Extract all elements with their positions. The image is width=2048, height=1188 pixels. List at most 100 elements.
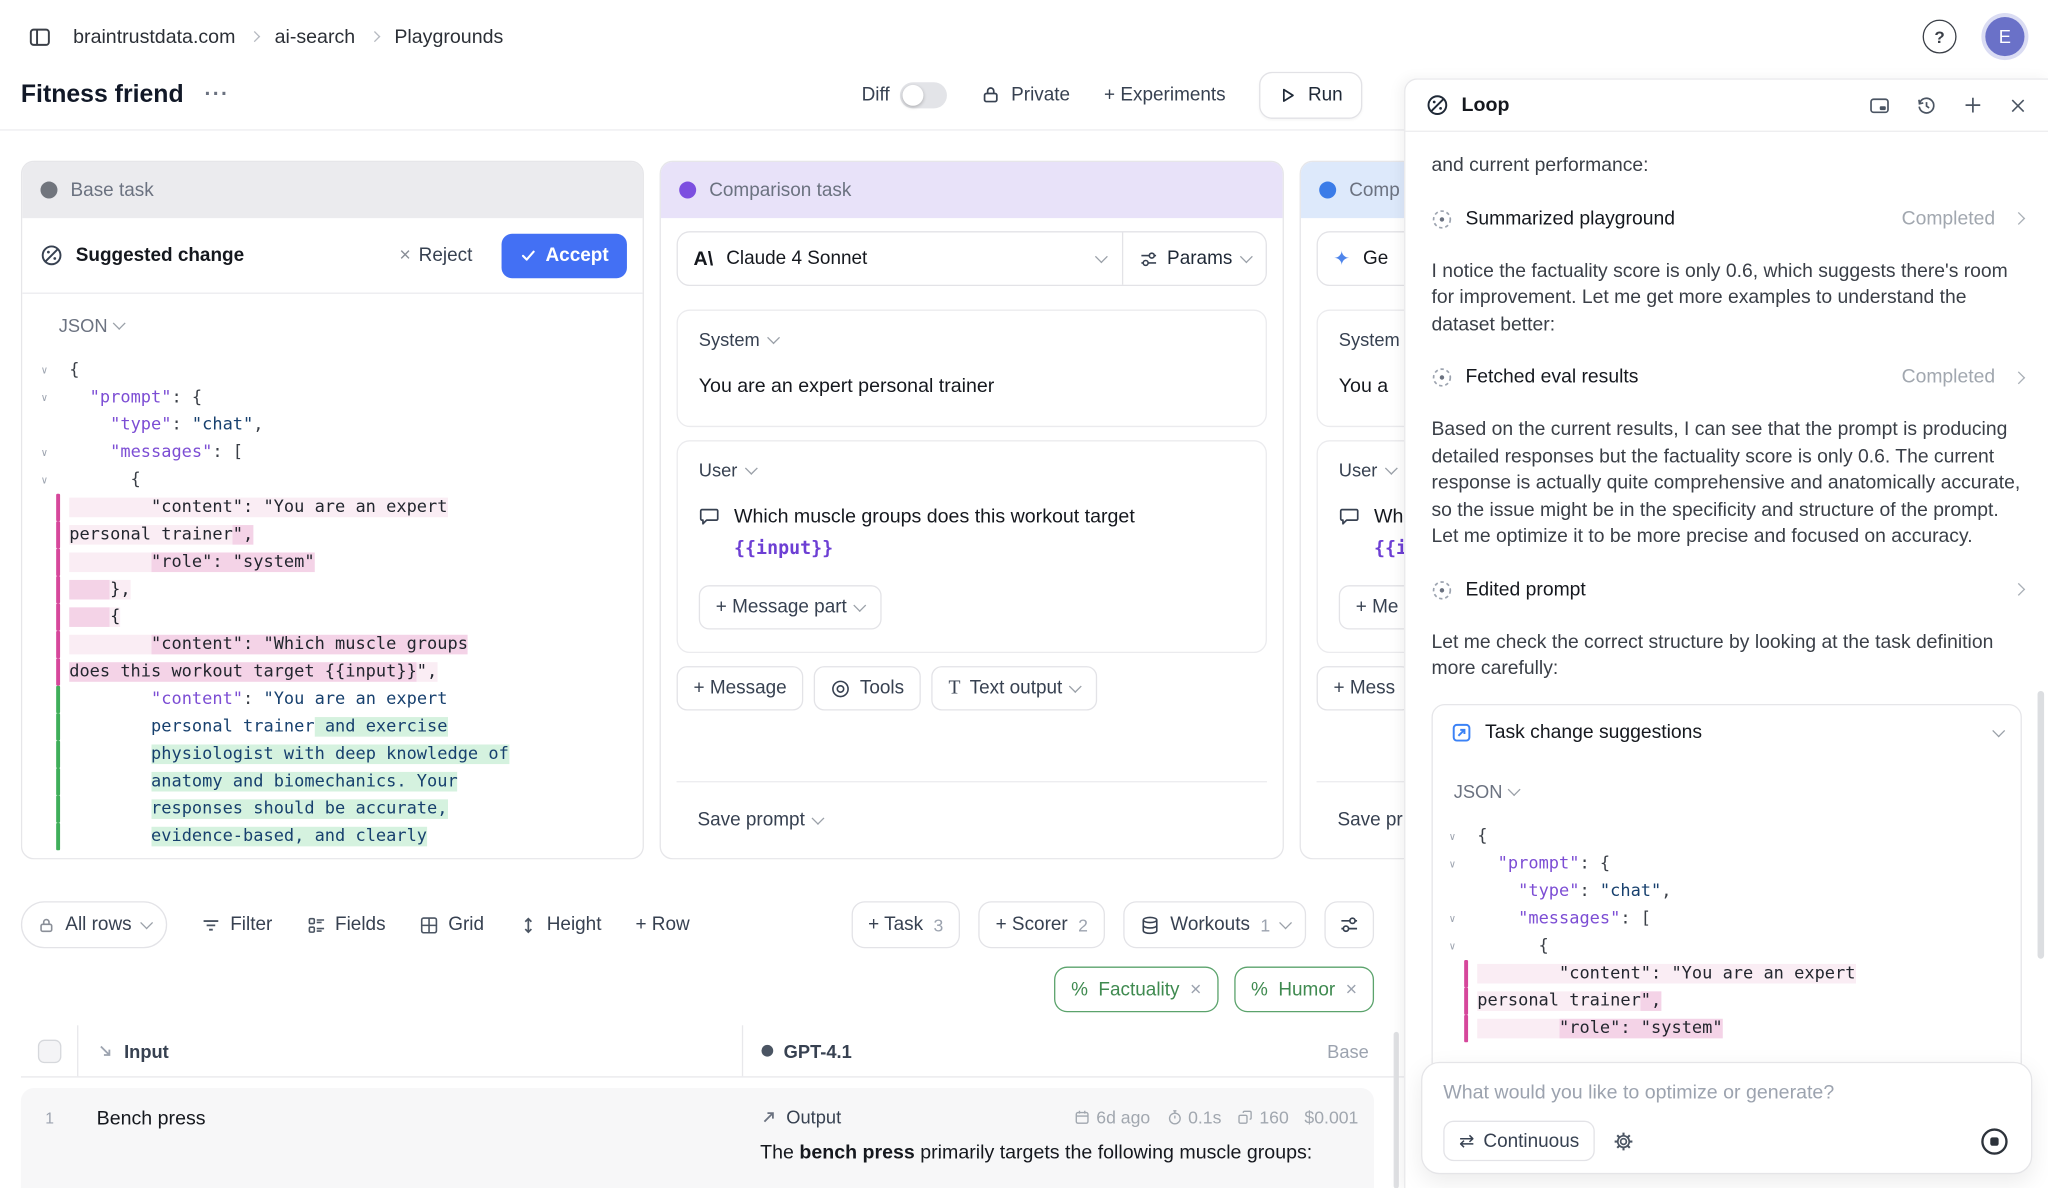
model-select[interactable]: A\ Claude 4 Sonnet [678,232,1121,284]
popout-panel-icon[interactable] [1869,95,1890,116]
user-role-select[interactable]: User [1339,460,1395,481]
table-settings-button[interactable] [1324,901,1374,948]
row-input-cell[interactable]: Bench press [78,1088,742,1188]
all-rows-select[interactable]: All rows [21,901,168,948]
breadcrumb-section[interactable]: Playgrounds [394,25,503,47]
accept-button[interactable]: Accept [501,233,627,277]
row-output-cell[interactable]: Output 6d ago 0.1s [742,1088,1374,1188]
scorer-badge-factuality[interactable]: % Factuality × [1054,967,1218,1013]
user-message-card[interactable]: User Which muscle groups does this worko… [677,440,1267,653]
table-row[interactable]: 1 Bench press Output 6d ago [21,1088,1374,1188]
suggested-change-bar: Suggested change × Reject Accept [22,218,642,294]
model-select[interactable]: ✦ Ge [1318,232,1404,284]
diff-toggle-switch[interactable] [900,82,947,108]
step-label: Edited prompt [1465,579,1982,600]
model-column-header[interactable]: GPT-4.1 Base [742,1025,1404,1076]
loop-conversation: and current performance:Summarized playg… [1405,132,2048,1188]
more-options-icon[interactable]: ··· [197,83,237,107]
params-button[interactable]: Params [1123,232,1266,284]
tools-button[interactable]: Tools [814,666,921,710]
filter-button[interactable]: Filter [201,914,272,935]
user-message-card[interactable]: User Wh {{i + Me [1317,440,1405,653]
close-icon[interactable] [2009,96,2027,114]
close-icon[interactable]: × [1190,978,1201,1000]
fields-button[interactable]: Fields [306,914,385,935]
loop-message-text: Based on the current results, I can see … [1432,417,2022,551]
select-all-checkbox[interactable] [37,1039,61,1063]
avatar[interactable]: E [1985,17,2024,56]
fold-caret-icon[interactable]: ∨ [33,466,57,493]
main-scrollbar[interactable] [1394,1032,1399,1188]
fold-caret-icon[interactable]: ∨ [1441,850,1465,877]
private-button[interactable]: Private [981,84,1070,105]
help-icon[interactable]: ? [1923,20,1957,54]
code-line: "type": "chat", [1441,877,2013,904]
format-select[interactable]: JSON [59,315,124,336]
input-column-header[interactable]: Input [78,1025,742,1076]
all-rows-label: All rows [65,914,131,935]
tokens-value: 160 [1259,1107,1288,1127]
experiments-button[interactable]: + Experiments [1104,84,1226,105]
loop-header-actions [1869,95,2027,116]
system-message-card[interactable]: System You are an expert personal traine… [677,310,1267,428]
loop-input-card[interactable]: What would you like to optimize or gener… [1421,1062,2032,1174]
user-content[interactable]: Which muscle groups does this workout ta… [699,502,1228,565]
code-text: personal trainer", [69,521,253,548]
system-role-select[interactable]: System [699,329,778,350]
speech-bubble-icon [699,505,720,526]
code-text: "content": "You are an expert [69,686,447,713]
system-content[interactable]: You are an expert personal trainer [699,371,1245,402]
text-output-button[interactable]: T Text output [932,666,1097,710]
fold-caret-icon[interactable]: ∨ [1441,904,1465,931]
add-message-part-button[interactable]: + Me [1339,585,1404,629]
loop-step[interactable]: Edited prompt [1432,579,2022,600]
loop-scrollbar[interactable] [2038,691,2045,959]
loop-step[interactable]: Fetched eval resultsCompleted [1432,367,2022,388]
add-scorer-button[interactable]: + Scorer 2 [979,901,1105,948]
code-text: does this workout target {{input}}", [69,658,437,685]
diff-toggle[interactable]: Diff [862,82,948,108]
third-footer: Save pr [1317,781,1405,858]
fold-caret-icon[interactable]: ∨ [33,357,57,384]
fold-caret-icon[interactable]: ∨ [1441,932,1465,959]
code-line: evidence-based, and clearly [33,823,635,850]
step-label: Fetched eval results [1465,367,1888,388]
fold-caret-icon[interactable]: ∨ [33,439,57,466]
task-change-suggestions-header[interactable]: Task change suggestions [1433,705,2021,760]
gear-icon[interactable] [1613,1130,1634,1151]
dataset-select[interactable]: Workouts 1 [1123,901,1306,948]
height-button[interactable]: Height [518,914,601,935]
history-icon[interactable] [1916,95,1937,116]
add-task-button[interactable]: + Task 3 [851,901,960,948]
add-row-button[interactable]: + Row [635,914,689,935]
save-prompt-button[interactable]: Save prompt [697,810,822,831]
add-message-button[interactable]: + Message [677,666,804,710]
run-button[interactable]: Run [1260,71,1363,118]
scorer-badge-humor[interactable]: % Humor × [1234,967,1374,1013]
stop-icon[interactable] [1979,1125,2010,1156]
system-content[interactable]: You a [1339,371,1404,402]
sidebar-toggle-icon[interactable] [21,18,58,55]
grid-button[interactable]: Grid [420,914,485,935]
breadcrumb-project[interactable]: ai-search [275,25,356,47]
fold-caret-icon[interactable]: ∨ [33,384,57,411]
fold-caret-icon[interactable]: ∨ [1441,822,1465,849]
save-prompt-button[interactable]: Save pr [1337,810,1402,831]
system-role-select[interactable]: System [1339,329,1400,350]
base-code-editor[interactable]: JSON ∨{∨ "prompt": { "type": "chat",∨ "m… [22,294,642,858]
add-message-part-button[interactable]: + Message part [699,585,882,629]
loop-input[interactable]: What would you like to optimize or gener… [1443,1081,2010,1103]
add-message-button[interactable]: + Mess [1317,666,1405,710]
reject-button[interactable]: × Reject [399,244,472,266]
new-chat-icon[interactable] [1963,95,1983,115]
diff-pink-bar [56,576,60,603]
close-icon[interactable]: × [1346,978,1357,1000]
breadcrumb-org[interactable]: braintrustdata.com [73,25,235,47]
third-task-header: Comp [1301,162,1404,218]
user-role-select[interactable]: User [699,460,755,481]
format-select[interactable]: JSON [1454,780,1519,801]
continuous-mode-button[interactable]: ⇄ Continuous [1443,1121,1595,1161]
loop-step[interactable]: Summarized playgroundCompleted [1432,208,2022,229]
system-message-card[interactable]: System You a [1317,310,1405,428]
user-content[interactable]: Wh {{i [1339,502,1404,565]
